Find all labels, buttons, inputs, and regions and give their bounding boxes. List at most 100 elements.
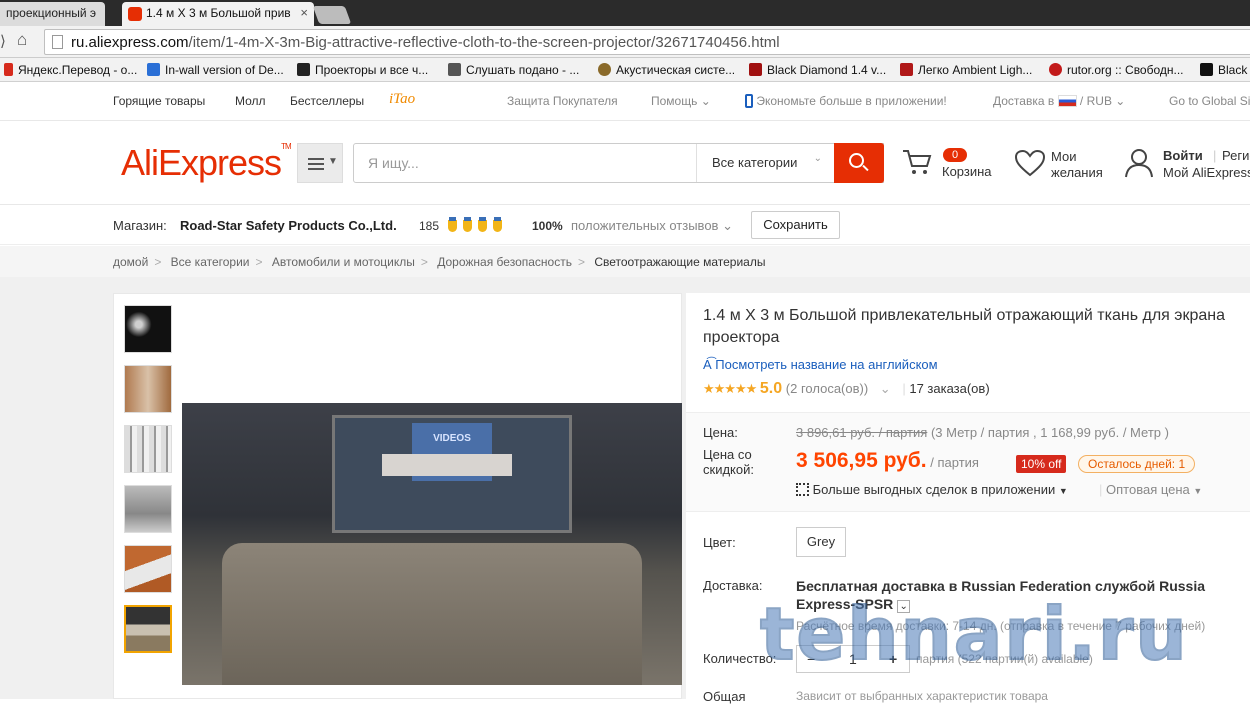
buyer-protection-link[interactable]: Защита Покупателя <box>507 94 618 108</box>
aliexpress-favicon-icon <box>128 7 142 21</box>
breadcrumb-current[interactable]: Светоотражающие материалы <box>594 255 765 269</box>
user-icon[interactable] <box>1124 148 1154 178</box>
browser-tab[interactable]: проекционный э <box>0 2 105 26</box>
bookmark-item[interactable]: Слушать подано - ... <box>448 61 579 79</box>
breadcrumb-link[interactable]: Дорожная безопасность <box>437 255 572 269</box>
browser-tab-active[interactable]: 1.4 м X 3 м Большой прив × <box>122 2 314 26</box>
home-icon[interactable]: ⌂ <box>17 30 27 50</box>
thumbnail[interactable] <box>124 545 172 593</box>
translate-link[interactable]: A͡ Посмотреть название на английском <box>703 357 938 372</box>
color-label: Цвет: <box>703 535 736 550</box>
site-icon <box>1200 63 1213 76</box>
breadcrumb-link[interactable]: Все категории <box>171 255 250 269</box>
global-site-link[interactable]: Go to Global Si <box>1169 94 1250 108</box>
breadcrumb-link[interactable]: домой <box>113 255 148 269</box>
total-note: Зависит от выбранных характеристик товар… <box>796 689 1048 703</box>
bookmark-item[interactable]: Black <box>1200 61 1247 79</box>
bookmark-item[interactable]: Black Diamond 1.4 v... <box>749 61 886 79</box>
site-icon <box>900 63 913 76</box>
price-label: Цена: <box>703 425 738 440</box>
caret-down-icon: ▼ <box>328 156 338 167</box>
category-menu-button[interactable]: ▼ <box>297 143 343 183</box>
url-input[interactable]: ru.aliexpress.com/item/1-4m-X-3m-Big-att… <box>44 29 1250 55</box>
cart-icon[interactable] <box>902 148 932 176</box>
itao-logo[interactable]: iTao <box>389 91 415 108</box>
chevron-down-icon: ⌄ <box>1115 94 1126 108</box>
ship-to-selector[interactable]: Доставка в / RUB ⌄ <box>993 94 1125 108</box>
rutor-icon <box>1049 63 1062 76</box>
thumbnail[interactable] <box>124 485 172 533</box>
search-bar: Я ищу... Все категории ⌄ <box>353 143 884 183</box>
close-tab-icon[interactable]: × <box>300 2 308 24</box>
bookmark-item[interactable]: Легко Ambient Ligh... <box>900 61 1032 79</box>
thumbnail-selected[interactable] <box>124 605 172 653</box>
heart-icon[interactable] <box>1015 150 1045 177</box>
positive-feedback-menu[interactable]: положительных отзывов ⌄ <box>571 218 733 234</box>
tab-label: 1.4 м X 3 м Большой прив <box>146 6 291 20</box>
wholesale-price-link[interactable]: | Оптовая цена ▼ <box>1099 482 1202 497</box>
login-link[interactable]: Войти <box>1163 148 1203 163</box>
rating-row: ★★★★★ 5.0 (2 голоса(ов)) ⌄ | 17 заказа(о… <box>703 380 990 397</box>
help-menu[interactable]: Помощь ⌄ <box>651 94 711 108</box>
votes-link[interactable]: (2 голоса(ов)) <box>786 381 868 396</box>
store-medals <box>448 217 508 235</box>
discount-price-label: Цена со <box>703 447 752 462</box>
old-price: 3 896,61 руб. / партия (3 Метр / партия … <box>796 425 1169 440</box>
store-bar: Магазин: Road-Star Safety Products Co.,L… <box>0 205 1250 245</box>
mall-link[interactable]: Молл <box>235 94 266 108</box>
hot-deals-link[interactable]: Горящие товары <box>113 94 205 108</box>
forward-arrow-icon[interactable]: ⟩ <box>0 32 6 50</box>
site-icon <box>598 63 611 76</box>
wishlist-label[interactable]: Мои <box>1051 149 1076 164</box>
chevron-down-icon: ⌄ <box>700 94 711 108</box>
register-link[interactable]: Регис <box>1222 148 1250 163</box>
site-icon <box>749 63 762 76</box>
total-label: Общая <box>703 689 746 704</box>
thumbnail[interactable] <box>124 425 172 473</box>
store-name-link[interactable]: Road-Star Safety Products Co.,Ltd. <box>180 218 397 233</box>
aliexpress-logo[interactable]: AliExpressTM <box>121 142 292 184</box>
hamburger-icon <box>308 158 324 160</box>
thumbnail[interactable] <box>124 365 172 413</box>
star-rating-icon: ★★★★★ <box>703 381 757 396</box>
new-tab-button[interactable] <box>312 6 352 24</box>
bookmark-item[interactable]: In-wall version of De... <box>147 61 284 79</box>
breadcrumb-link[interactable]: Автомобили и мотоциклы <box>272 255 415 269</box>
cart-link[interactable]: Корзина <box>942 164 992 179</box>
breadcrumb: домой > Все категории > Автомобили и мотоц… <box>0 246 1250 277</box>
bookmark-item[interactable]: Акустическая систе... <box>598 61 735 79</box>
qr-code-icon <box>796 483 809 496</box>
cart-count-badge: 0 <box>943 148 967 162</box>
discount-price-label: скидкой: <box>703 462 754 477</box>
product-title: 1.4 м X 3 м Большой привлекательный отра… <box>703 307 1225 346</box>
color-option-grey[interactable]: Grey <box>796 527 846 557</box>
my-aliexpress-link[interactable]: Мой AliExpress <box>1163 165 1250 180</box>
medal-icon <box>448 217 457 232</box>
site-icon <box>448 63 461 76</box>
chevron-down-icon: ⌄ <box>879 381 891 396</box>
bookmark-item[interactable]: rutor.org :: Свободн... <box>1049 61 1184 79</box>
site-watermark: tehnari.ru <box>759 591 1189 677</box>
save-store-button[interactable]: Сохранить <box>751 211 840 239</box>
russia-flag-icon <box>1057 95 1077 107</box>
search-button[interactable] <box>834 143 884 183</box>
thumbnail[interactable] <box>124 305 172 353</box>
discount-badge: 10% off <box>1016 455 1067 473</box>
chevron-down-icon: ⌄ <box>722 218 733 233</box>
phone-icon <box>745 94 753 108</box>
category-select[interactable]: Все категории ⌄ <box>696 144 834 182</box>
wishlist-label[interactable]: желания <box>1051 165 1103 180</box>
app-deals-link[interactable]: Больше выгодных сделок в приложении ▼ <box>796 482 1068 497</box>
app-promo-link[interactable]: Экономьте больше в приложении! <box>745 94 947 108</box>
store-score: 185 <box>419 219 440 233</box>
rating-value: 5.0 <box>759 380 783 397</box>
main-product-image[interactable]: VIDEOS <box>182 403 682 685</box>
bookmark-item[interactable]: Проекторы и все ч... <box>297 61 428 79</box>
bookmark-item[interactable]: Яндекс.Перевод - о... <box>4 61 137 79</box>
search-input[interactable]: Я ищу... <box>368 155 419 171</box>
bookmarks-bar: Яндекс.Перевод - о... In-wall version of… <box>0 58 1250 82</box>
bestsellers-link[interactable]: Бестселлеры <box>290 94 364 108</box>
site-top-bar: Горящие товары Молл Бестселлеры iTao Защ… <box>0 82 1250 121</box>
caret-down-icon: ▼ <box>1193 486 1203 496</box>
yandex-icon <box>4 63 13 76</box>
